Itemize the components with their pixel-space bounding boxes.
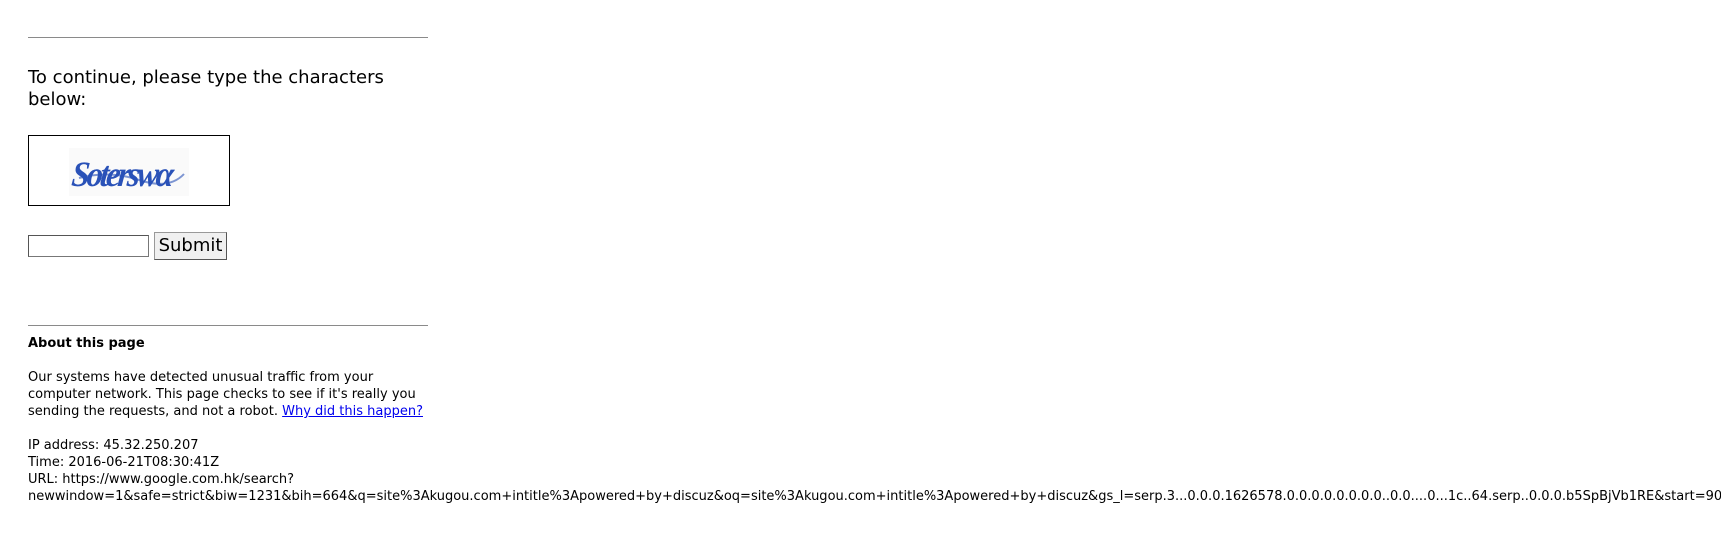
captcha-prompt: To continue, please type the characters …	[28, 67, 384, 110]
why-link[interactable]: Why did this happen?	[282, 404, 423, 419]
request-info: IP address: 45.32.250.207 Time: 2016-06-…	[28, 437, 1721, 505]
about-text: Our systems have detected unusual traffi…	[28, 369, 428, 420]
top-divider	[28, 37, 428, 38]
about-title: About this page	[28, 336, 145, 351]
ip-address: IP address: 45.32.250.207	[28, 438, 199, 453]
captcha-glyphs: Soterswα	[70, 155, 185, 194]
request-url-label: URL: https://www.google.com.hk/search?	[28, 472, 295, 487]
request-url: newwindow=1&safe=strict&biw=1231&bih=664…	[28, 489, 1721, 504]
captcha-text: Soterswα	[70, 155, 177, 194]
bottom-divider	[28, 325, 428, 326]
captcha-image: Soterswα	[69, 148, 189, 196]
submit-button[interactable]: Submit	[154, 232, 227, 260]
captcha-input[interactable]	[28, 235, 149, 257]
request-time: Time: 2016-06-21T08:30:41Z	[28, 455, 220, 470]
captcha-image-frame: Soterswα	[28, 135, 230, 206]
